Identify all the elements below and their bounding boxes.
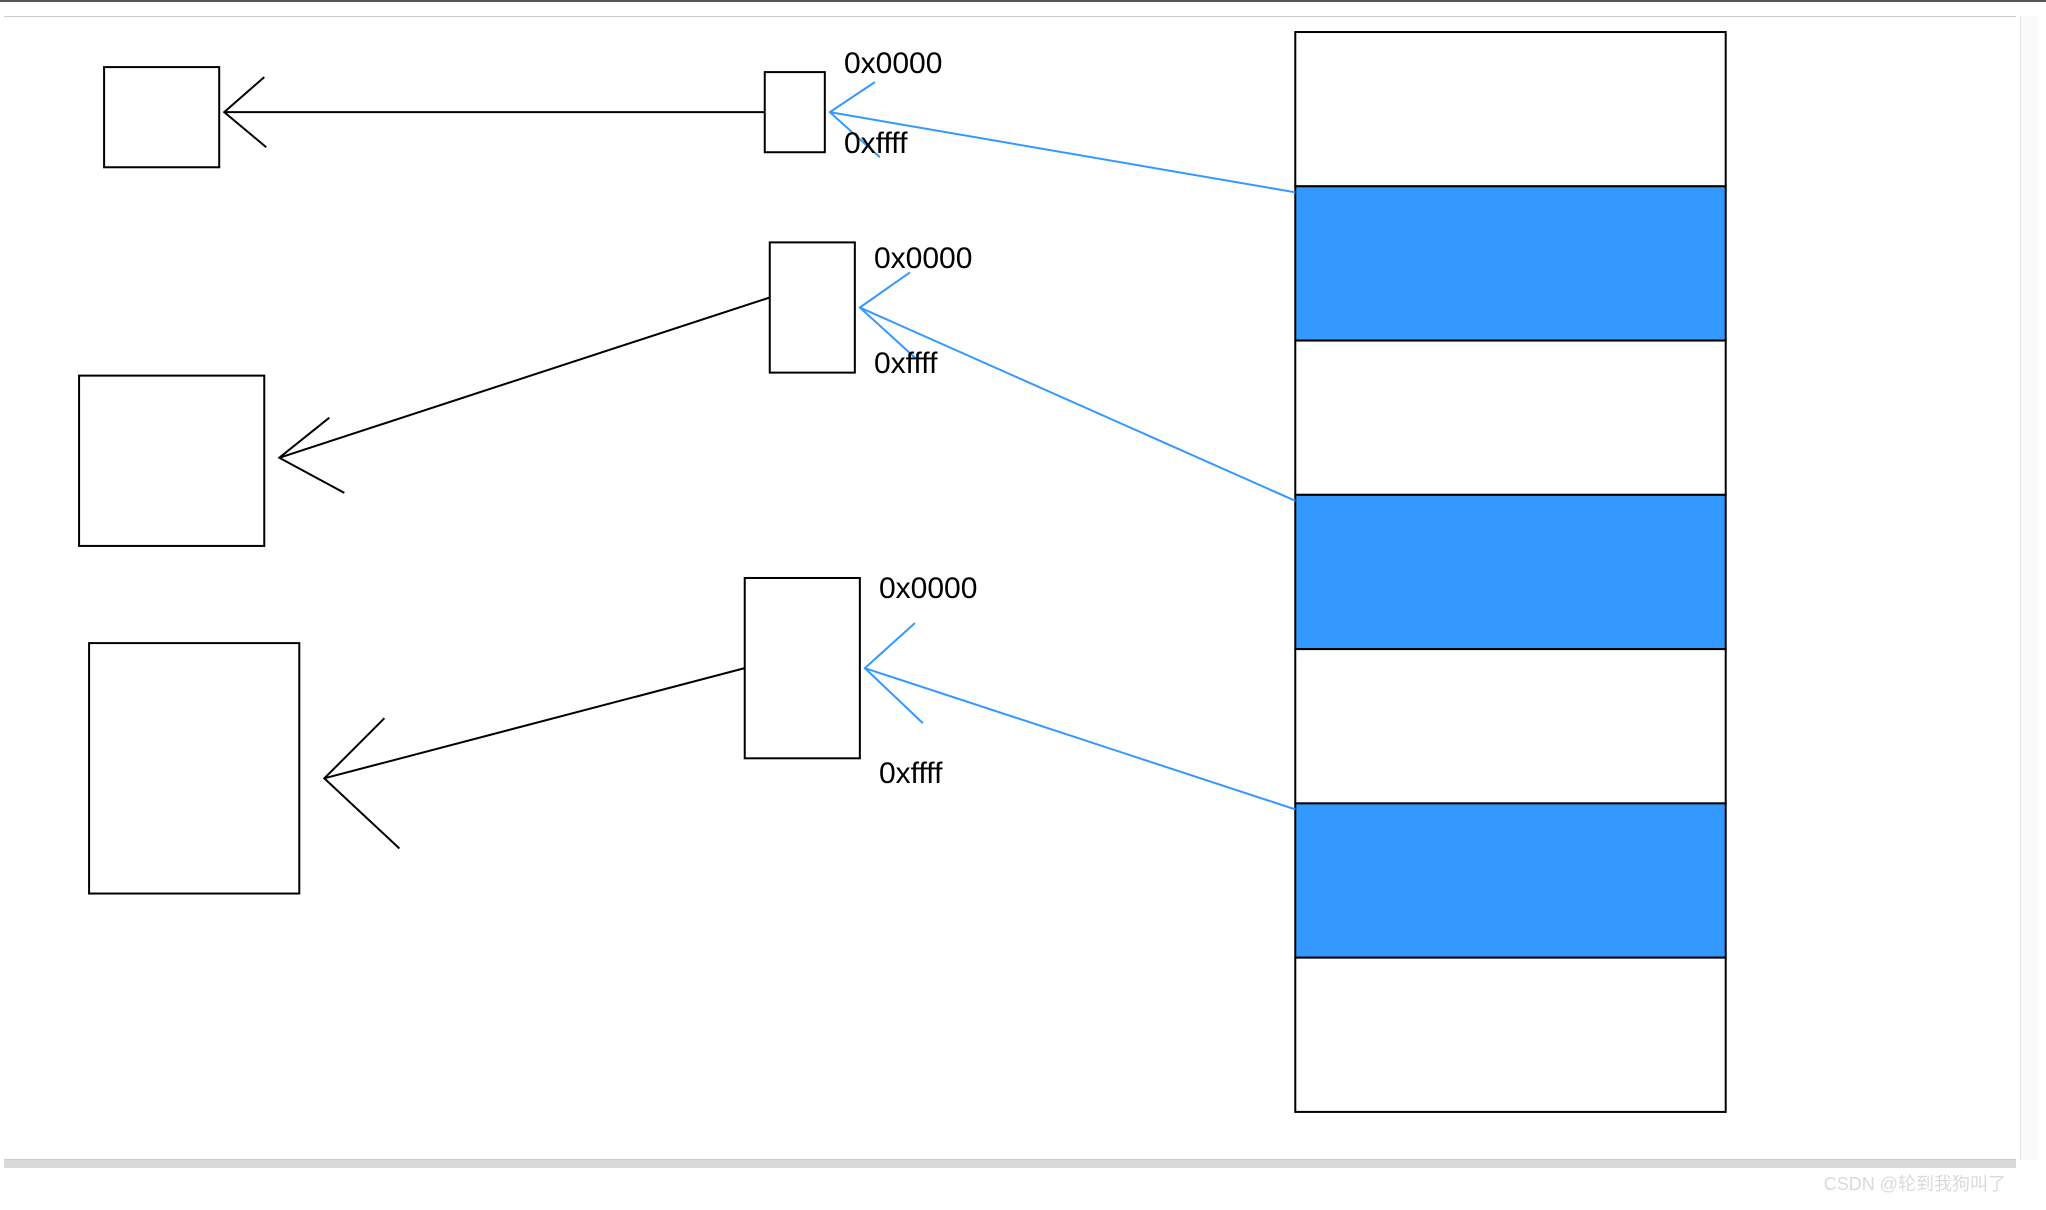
blue-arrowhead-3	[865, 623, 923, 723]
black-arrow-2	[279, 297, 769, 457]
left-box-3	[89, 643, 299, 893]
memory-column	[1295, 32, 1725, 1112]
row-3	[89, 578, 1295, 894]
mid-box-2	[770, 242, 855, 372]
addr-top-1: 0x0000	[844, 47, 942, 81]
left-box-1	[104, 67, 219, 167]
horizontal-scrollbar[interactable]	[4, 1160, 2016, 1168]
memory-segment-2	[1295, 495, 1725, 649]
window-frame: 0x0000 0xffff 0x0000 0xffff 0x0000 0xfff…	[0, 0, 2046, 1210]
blue-arrowhead-2	[860, 272, 915, 357]
blue-arrow-2	[860, 308, 1295, 501]
watermark-text: CSDN @轮到我狗叫了	[1824, 1170, 2006, 1196]
left-box-2	[79, 376, 264, 546]
addr-bottom-3: 0xffff	[879, 757, 942, 791]
black-arrowhead-3	[324, 718, 399, 848]
diagram-svg	[4, 17, 2016, 1159]
addr-bottom-2: 0xffff	[874, 347, 937, 381]
memory-segment-1	[1295, 186, 1725, 340]
row-1	[104, 67, 1295, 192]
memory-segment-3	[1295, 803, 1725, 957]
addr-top-3: 0x0000	[879, 572, 977, 606]
mid-box-3	[745, 578, 860, 758]
mid-box-1	[765, 72, 825, 152]
vertical-scrollbar[interactable]	[2020, 16, 2038, 1160]
addr-top-2: 0x0000	[874, 242, 972, 276]
addr-bottom-1: 0xffff	[844, 127, 907, 161]
black-arrow-3	[324, 668, 744, 778]
row-2	[79, 242, 1295, 546]
diagram-canvas: 0x0000 0xffff 0x0000 0xffff 0x0000 0xfff…	[4, 16, 2016, 1160]
